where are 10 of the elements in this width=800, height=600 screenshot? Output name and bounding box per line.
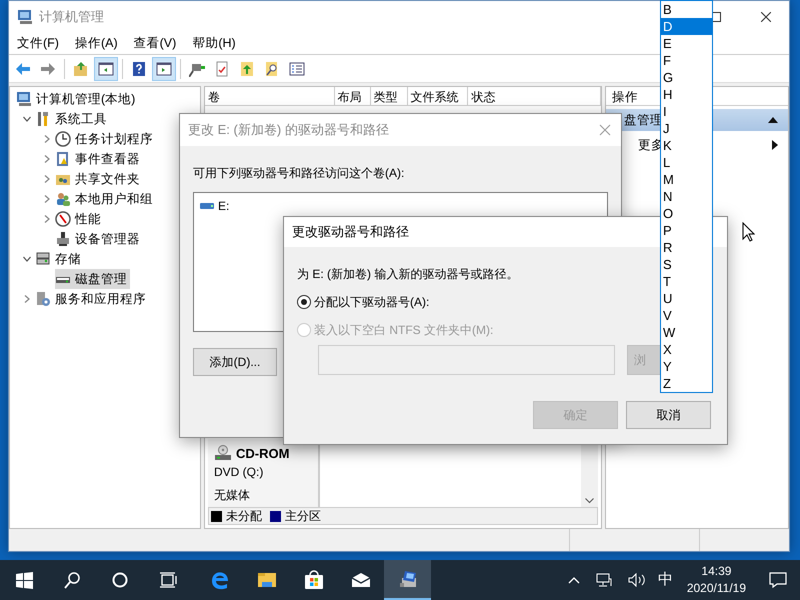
disk-type: DVD (Q:) <box>214 465 264 480</box>
dialog-prompt: 可用下列驱动器号和路径访问这个卷(A): <box>193 165 404 182</box>
legend-label: 未分配 <box>226 508 262 524</box>
disk-name: CD-ROM <box>236 446 290 460</box>
window-title: 计算机管理 <box>39 8 104 26</box>
legend-label: 主分区 <box>285 508 321 524</box>
dialog-title: 更改 E: (新加卷) 的驱动器号和路径 <box>188 121 389 140</box>
dialog-title: 更改驱动器号和路径 <box>292 223 409 242</box>
dialog-prompt: 为 E: (新加卷) 输入新的驱动器号或路径。 <box>297 266 518 283</box>
media-status: 无媒体 <box>214 488 251 503</box>
